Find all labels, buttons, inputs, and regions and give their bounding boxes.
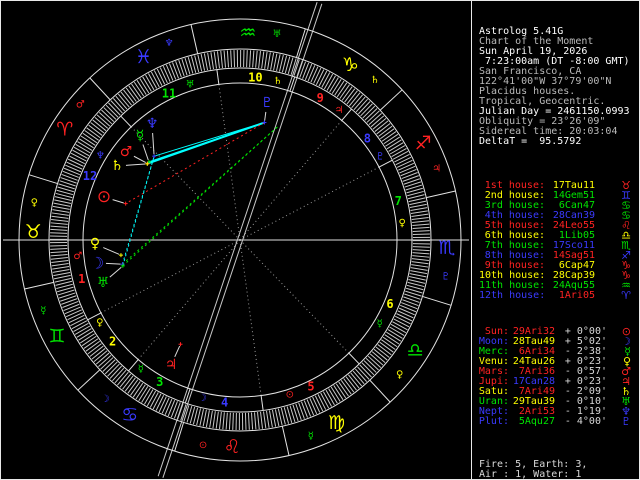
zodiac-sign-icon: ♈ bbox=[621, 289, 631, 302]
house-ruler-icon: ⊙ bbox=[286, 390, 294, 401]
aspect-lines bbox=[121, 121, 279, 267]
sign-ruler-icon: ♃ bbox=[432, 164, 441, 175]
sign-ruler-icon: ☿ bbox=[40, 305, 46, 316]
info-line-12: DeltaT = 95.5792 bbox=[479, 136, 582, 147]
sign-glyph-leo-icon: ♌ bbox=[224, 436, 241, 458]
house-ruler-icon: ♄ bbox=[273, 76, 282, 87]
wheel-planet-pluto-icon: ♇ bbox=[261, 95, 274, 111]
sign-glyph-aquarius-icon: ♒ bbox=[239, 22, 256, 44]
wheel-planet-mercury-icon: ☿ bbox=[136, 128, 145, 144]
sign-glyph-cancer-icon: ♋ bbox=[121, 404, 138, 426]
house-number-11: 11 bbox=[162, 86, 176, 100]
info-panel: Astrolog 5.41G Chart of the Moment Sun Apr… bbox=[473, 1, 639, 480]
planet-list: Sun: 29Ari32 + 0°00' ⊙ Moon: 28Tau49 + 5°02' ☽ M… bbox=[475, 326, 639, 428]
sign-ruler-icon: ☿ bbox=[308, 431, 314, 442]
house-cusp-list: 1st house: 17Tau11 ♉ 2nd house: 14Gem51 ♊ 3rd … bbox=[479, 180, 639, 302]
planet-icon: ♇ bbox=[621, 415, 631, 428]
house-ruler-icon: ☿ bbox=[377, 319, 383, 330]
astrolog-window: ♈ ♂ ♉ ♀ ♊ ☿ ♋ ☽ ♌ ⊙ ♍ ☿ ♎ ♀ ♏ ♇ ♐ ♃ ♑ ♄ ♒ ♅ ♓ ♆ 1 ♂ 2 ♀ 3 ☿ 4 ☽ 5 ⊙ 6 ☿ 7 ♀ 8 ♇… bbox=[0, 0, 640, 480]
stats-summary: Fire: 5, Earth: 3,Air : 1, Water: 1Car: … bbox=[479, 460, 639, 480]
planet-label: Plut: bbox=[478, 416, 509, 427]
house-number-2: 2 bbox=[109, 335, 116, 349]
sign-ruler-icon: ☽ bbox=[101, 394, 110, 405]
wheel-planet-jupiter-icon: ♃ bbox=[165, 357, 178, 373]
chart-wheel-area: ♈ ♂ ♉ ♀ ♊ ☿ ♋ ☽ ♌ ⊙ ♍ ☿ ♎ ♀ ♏ ♇ ♐ ♃ ♑ ♄ ♒ ♅ ♓ ♆ 1 ♂ 2 ♀ 3 ☿ 4 ☽ 5 ⊙ 6 ☿ 7 ♀ 8 ♇… bbox=[1, 1, 471, 479]
chart-info: Astrolog 5.41G Chart of the Moment Sun Apr… bbox=[473, 21, 639, 147]
sign-glyph-sagittarius-icon: ♐ bbox=[415, 132, 432, 154]
house-number-9: 9 bbox=[317, 91, 324, 105]
sign-ruler-icon: ♇ bbox=[441, 271, 450, 282]
house-ruler-icon: ♅ bbox=[186, 79, 195, 90]
wheel-planet-venus-icon: ♀ bbox=[90, 236, 100, 252]
sign-glyph-pisces-icon: ♓ bbox=[135, 46, 152, 68]
sign-glyph-gemini-icon: ♊ bbox=[48, 326, 65, 348]
wheel-planet-sun-icon: ⊙ bbox=[97, 187, 111, 207]
sign-ruler-icon: ♂ bbox=[76, 100, 85, 111]
sign-glyph-scorpio-icon: ♏ bbox=[438, 237, 455, 259]
sign-ruler-icon: ♅ bbox=[272, 29, 281, 40]
house-ruler-icon: ♂ bbox=[73, 251, 82, 262]
house-ruler-icon: ♇ bbox=[376, 151, 385, 162]
house-number-8: 8 bbox=[364, 131, 371, 145]
sign-ruler-icon: ♄ bbox=[370, 75, 379, 86]
house-cusp-value: 1Ari05 bbox=[558, 290, 595, 301]
house-ruler-icon: ♃ bbox=[335, 105, 344, 116]
house-number-6: 6 bbox=[386, 297, 393, 311]
house-number-4: 4 bbox=[221, 395, 228, 409]
house-row: 12th house: 1Ari05 ♈ bbox=[479, 289, 639, 302]
house-number-7: 7 bbox=[395, 194, 402, 208]
house-ruler-icon: ☿ bbox=[138, 364, 144, 375]
planet-position-dots bbox=[118, 120, 267, 347]
sign-ruler-icon: ♀ bbox=[31, 198, 38, 209]
planet-row: Plut: 5Aqu27 - 4°00' ♇ bbox=[475, 415, 639, 428]
sign-glyph-virgo-icon: ♍ bbox=[328, 412, 345, 434]
wheel-planet-moon-icon: ☽ bbox=[90, 254, 104, 273]
house-number-12: 12 bbox=[83, 169, 97, 183]
house-label: 12th house: bbox=[479, 290, 546, 301]
planet-position-value: 5Aqu27 bbox=[518, 416, 555, 427]
house-ruler-icon: ♀ bbox=[96, 318, 103, 329]
wheel-planet-saturn-icon: ♄ bbox=[111, 158, 124, 174]
sign-glyph-aries-icon: ♈ bbox=[56, 119, 73, 141]
house-number-1: 1 bbox=[78, 272, 85, 286]
planet-velocity: - 4°00' bbox=[564, 416, 607, 427]
house-number-10: 10 bbox=[248, 71, 262, 85]
chart-wheel: ♈♂♉♀♊☿♋☽♌⊙♍☿♎♀♏♇♐♃♑♄♒ ♅♓♆1♂2♀3☿4☽5⊙6☿7♀8♇… bbox=[3, 2, 469, 478]
sign-ruler-icon: ⊙ bbox=[199, 440, 207, 451]
wheel-planet-uranus-icon: ♅ bbox=[97, 275, 110, 291]
sign-glyph-capricorn-icon: ♑ bbox=[342, 54, 359, 76]
wheel-planet-neptune-icon: ♆ bbox=[146, 116, 159, 132]
sign-glyph-libra-icon: ♎ bbox=[407, 339, 424, 361]
sign-ruler-icon: ♆ bbox=[165, 38, 174, 49]
house-ruler-icon: ♆ bbox=[96, 150, 105, 161]
house-number-3: 3 bbox=[156, 375, 163, 389]
sign-glyph-taurus-icon: ♉ bbox=[25, 221, 42, 243]
house-number-5: 5 bbox=[307, 380, 314, 394]
sign-ruler-icon: ♀ bbox=[396, 369, 403, 380]
house-ruler-icon: ♀ bbox=[398, 218, 405, 229]
house-ruler-icon: ☽ bbox=[198, 393, 207, 404]
panel-divider bbox=[471, 1, 472, 479]
